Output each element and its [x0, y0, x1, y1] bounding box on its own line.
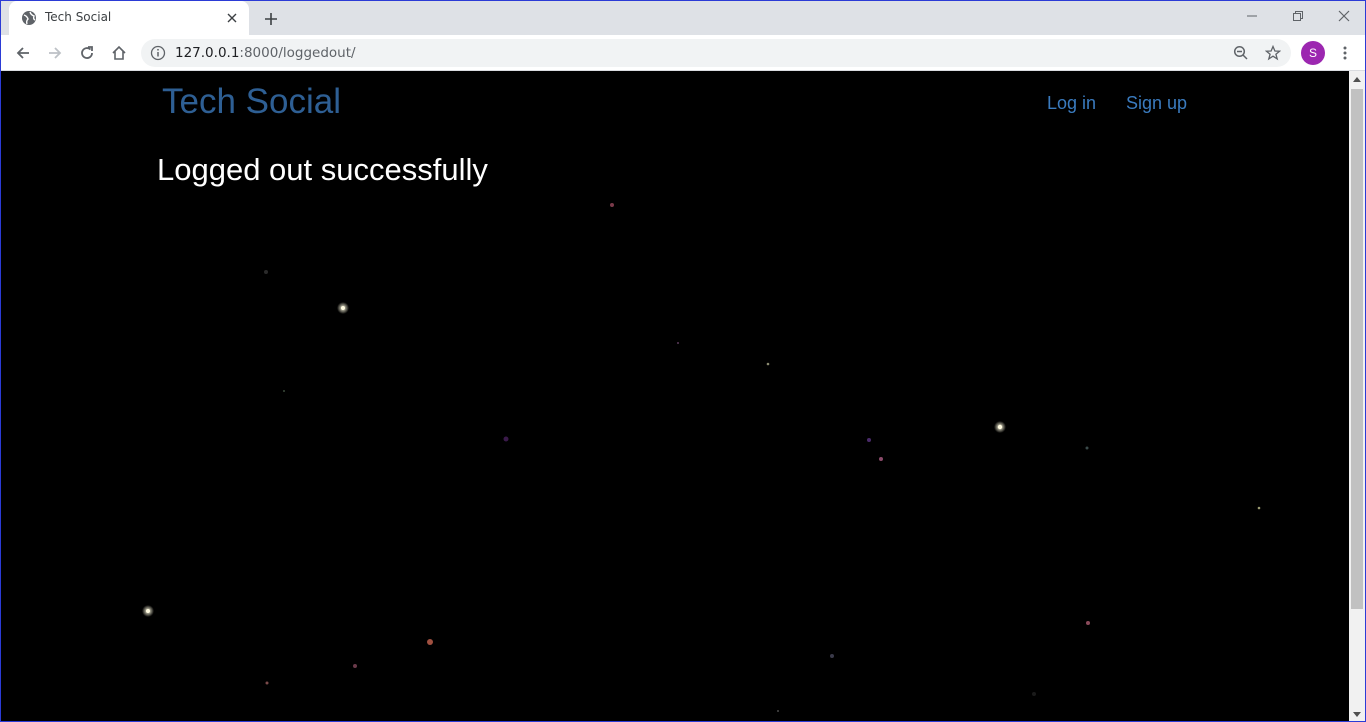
signup-link[interactable]: Sign up [1126, 93, 1187, 114]
zoom-out-icon [1233, 45, 1248, 60]
browser-tab[interactable]: Tech Social [9, 1, 249, 35]
address-bar[interactable]: 127.0.0.1:8000/loggedout/ [141, 39, 1291, 67]
zoom-button[interactable] [1227, 39, 1255, 67]
plus-icon [265, 13, 277, 25]
close-icon [1338, 10, 1350, 22]
tab-strip: Tech Social [1, 1, 1365, 35]
site-brand-link[interactable]: Tech Social [162, 82, 341, 122]
arrow-left-icon [16, 47, 29, 59]
url-path: :8000/loggedout/ [239, 45, 356, 61]
more-vert-icon [1343, 46, 1347, 60]
scroll-up-arrow-icon[interactable] [1349, 71, 1365, 87]
bookmark-button[interactable] [1259, 39, 1287, 67]
close-tab-icon[interactable] [223, 9, 241, 27]
globe-icon [21, 10, 37, 26]
minimize-icon [1247, 15, 1257, 17]
back-button[interactable] [9, 39, 37, 67]
reload-button[interactable] [73, 39, 101, 67]
page-scrollbar[interactable] [1349, 71, 1365, 721]
tab-title: Tech Social [45, 10, 112, 24]
url-host: 127.0.0.1 [175, 45, 240, 61]
new-tab-button[interactable] [259, 7, 283, 31]
browser-window: Tech Social 127.0.0.1:8000/loggedout/ S … [0, 0, 1366, 722]
menu-button[interactable] [1331, 39, 1359, 67]
page-content: Tech Social Log in Sign up Logged out su… [1, 71, 1349, 721]
minimize-button[interactable] [1229, 1, 1275, 31]
forward-button[interactable] [41, 39, 69, 67]
arrow-right-icon [49, 47, 62, 59]
home-icon [112, 45, 126, 60]
url-text: 127.0.0.1:8000/loggedout/ [175, 45, 356, 61]
login-link[interactable]: Log in [1047, 93, 1096, 114]
scroll-thumb[interactable] [1351, 89, 1363, 609]
close-window-button[interactable] [1321, 1, 1365, 31]
profile-avatar[interactable]: S [1301, 41, 1325, 65]
star-icon [1265, 45, 1281, 61]
reload-icon [81, 46, 93, 59]
browser-toolbar: 127.0.0.1:8000/loggedout/ S [1, 35, 1365, 71]
restore-icon [1293, 11, 1303, 21]
restore-button[interactable] [1275, 1, 1321, 31]
home-button[interactable] [105, 39, 133, 67]
info-icon[interactable] [150, 45, 166, 61]
scroll-down-arrow-icon[interactable] [1349, 707, 1365, 721]
page-title: Logged out successfully [157, 152, 488, 187]
